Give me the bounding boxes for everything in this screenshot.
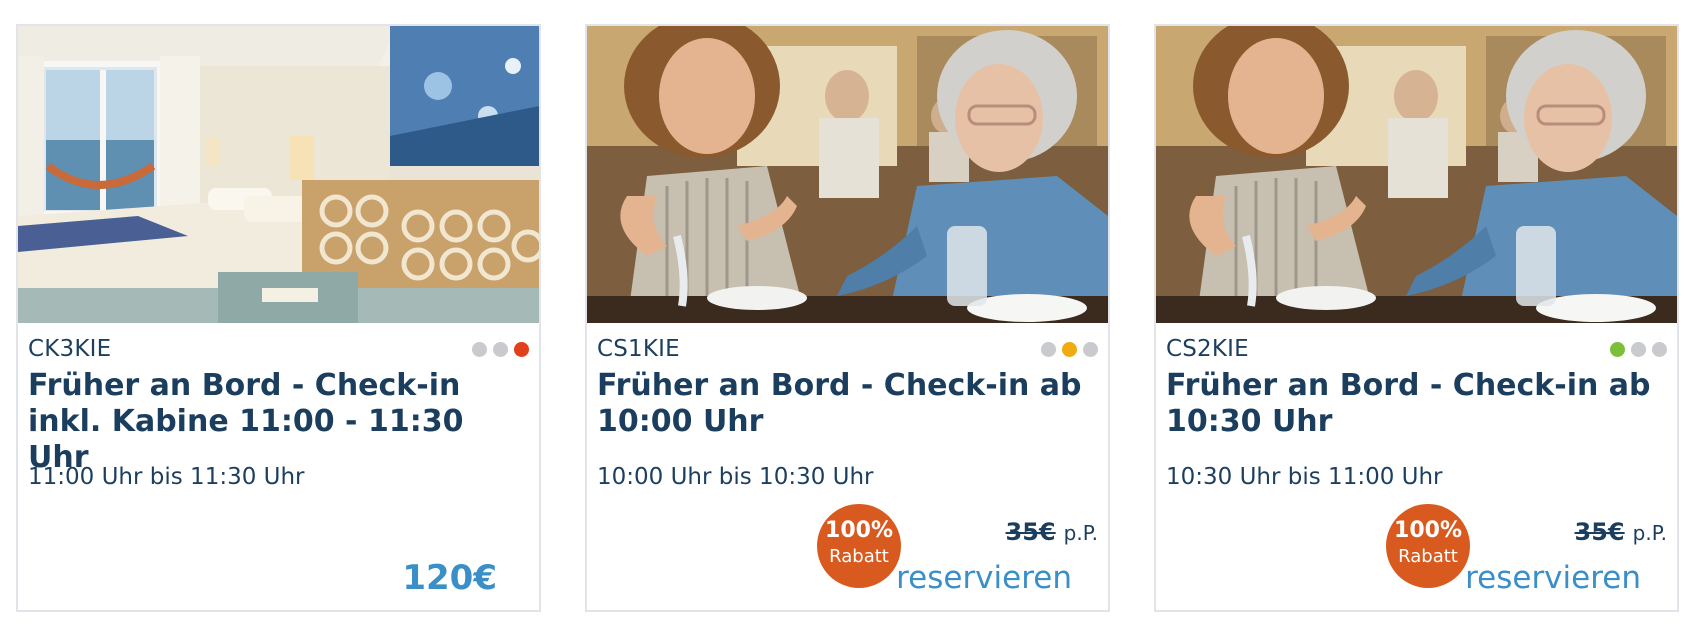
product-code: CS2KIE [1166,336,1249,362]
availability-indicator [472,342,529,357]
old-price-amount: 35€ [1574,518,1625,546]
per-person-label: p.P. [1632,521,1667,545]
discount-percent: 100% [1394,518,1462,543]
offer-title: Früher an Bord - Check-in ab 10:30 Uhr [1166,368,1651,439]
restaurant-photo [587,26,1108,323]
status-dot [493,342,508,357]
product-code: CS1KIE [597,336,680,362]
offer-title: Früher an Bord - Check-in ab 10:00 Uhr [597,368,1082,439]
offer-card[interactable]: CS1KIE Früher an Bord - Check-in ab 10:0… [585,24,1110,612]
discount-badge: 100% Rabatt [817,504,901,588]
discount-badge: 100% Rabatt [1386,504,1470,588]
status-dot [1652,342,1667,357]
time-range: 11:00 Uhr bis 11:30 Uhr [28,464,305,490]
offer-cards-row: CK3KIE Früher an Bord - Check-in inkl. K… [0,0,1698,640]
availability-indicator [1041,342,1098,357]
discount-percent: 100% [825,518,893,543]
status-dot [472,342,487,357]
cabin-photo [18,26,539,323]
time-range: 10:30 Uhr bis 11:00 Uhr [1166,464,1443,490]
offer-title: Früher an Bord - Check-in inkl. Kabine 1… [28,368,464,475]
status-dot [1083,342,1098,357]
offer-card[interactable]: CK3KIE Früher an Bord - Check-in inkl. K… [16,24,541,612]
status-dot [1610,342,1625,357]
reserve-button[interactable]: reservieren [896,560,1072,596]
offer-card[interactable]: CS2KIE Früher an Bord - Check-in ab 10:3… [1154,24,1679,612]
old-price: 35€ p.P. [1575,518,1667,546]
price: 120€ [402,558,497,598]
per-person-label: p.P. [1063,521,1098,545]
status-dot [1041,342,1056,357]
status-dot [1062,342,1077,357]
reserve-button[interactable]: reservieren [1465,560,1641,596]
product-code: CK3KIE [28,336,112,362]
old-price: 35€ p.P. [1006,518,1098,546]
old-price-amount: 35€ [1005,518,1056,546]
time-range: 10:00 Uhr bis 10:30 Uhr [597,464,874,490]
availability-indicator [1610,342,1667,357]
discount-label: Rabatt [829,546,889,567]
restaurant-photo [1156,26,1677,323]
status-dot [514,342,529,357]
status-dot [1631,342,1646,357]
discount-label: Rabatt [1398,546,1458,567]
